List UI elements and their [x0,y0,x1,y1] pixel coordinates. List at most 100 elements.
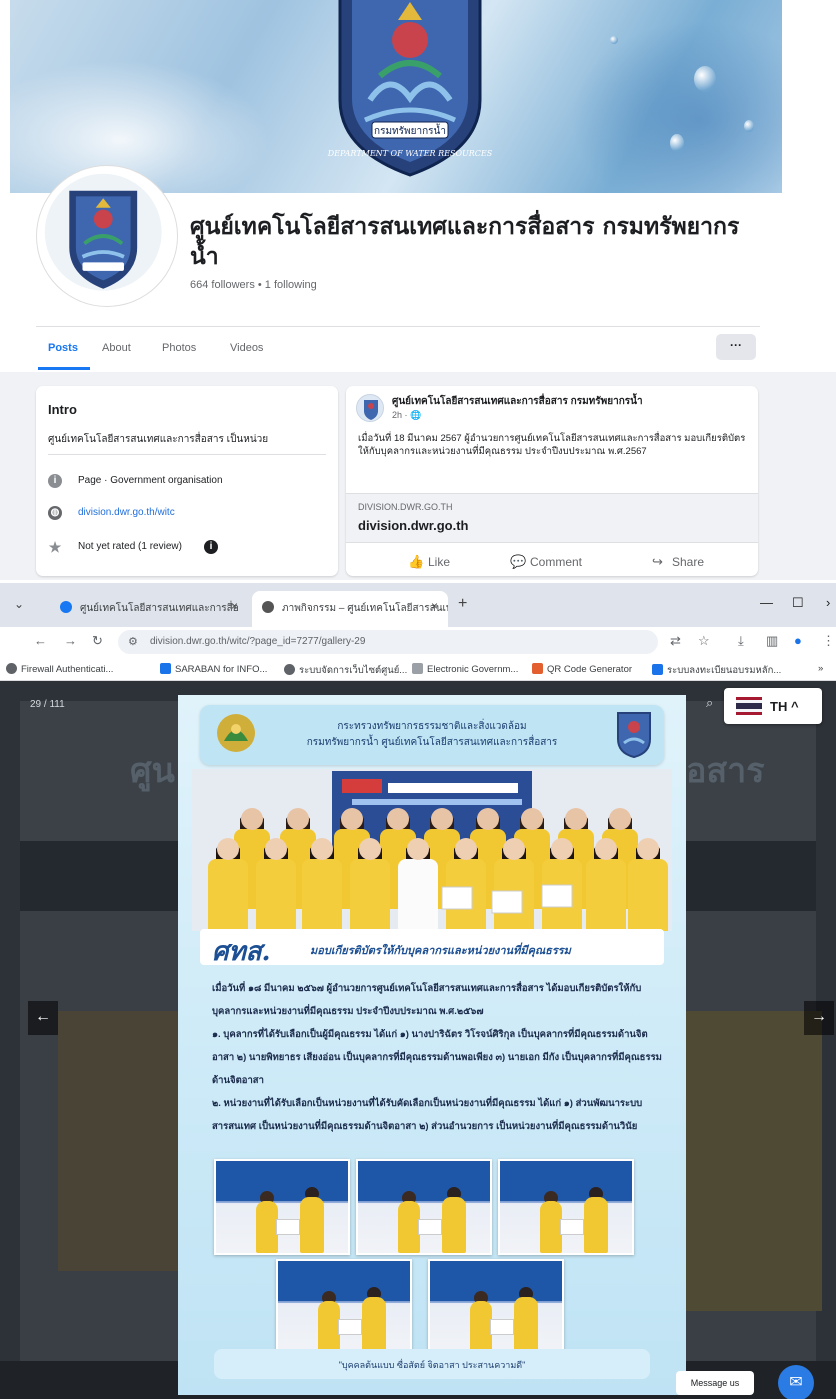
bookmark-item[interactable]: SARABAN for INFO... [160,663,267,675]
globe-favicon-icon [262,601,274,613]
minimize-icon[interactable]: — [760,595,773,610]
poster-title-bar: ศทส. มอบเกียรติบัตรให้กับบุคลากรและหน่วย… [200,929,664,967]
message-us-button[interactable]: Message us [676,1371,754,1395]
intro-description: ศูนย์เทคโนโลยีสารสนเทศและการสื่อสาร เป็น… [48,434,269,445]
award-photo [356,1159,492,1255]
page-title: ศูนย์เทคโนโลยีสารสนเทศและการสื่อสาร กรมท… [190,214,740,270]
tab-search-icon[interactable]: ⌄ [14,597,24,611]
tab-title: ภาพกิจกรรม – ศูนย์เทคโนโลยีสารสนเทศ [282,603,448,614]
qr-code-icon [532,663,543,674]
certificate [441,886,473,910]
poster-footer: "บุคคลต้นแบบ ซื่อสัตย์ จิตอาสา ประสานควา… [214,1349,650,1379]
site-title-fragment: ศูน [130,752,175,790]
profile-picture[interactable] [37,166,177,306]
browser-toolbar: ← → ↻ ⚙ division.dwr.go.th/witc/?page_id… [0,627,836,657]
tab-videos[interactable]: Videos [230,342,263,354]
address-bar[interactable]: ⚙ division.dwr.go.th/witc/?page_id=7277/… [118,630,658,654]
bookmark-label: SARABAN for INFO... [175,664,268,675]
facebook-favicon-icon [60,601,72,613]
browser-window: ⌄ ศูนย์เทคโนโลยีสารสนเทศและการสื่อ × ภาพ… [0,583,836,1399]
new-tab-button[interactable]: + [458,595,467,613]
page-viewport: ศูน อสาร 29 / 111 ⌕ ← → TH ^ กระทรวงทรัพ… [0,681,836,1399]
link-domain: DIVISION.DWR.GO.TH [358,502,453,512]
share-label: Share [672,555,705,569]
tab-title: ศูนย์เทคโนโลยีสารสนเทศและการสื่อ [80,603,239,614]
emblem-caption: DEPARTMENT OF WATER RESOURCES [327,149,493,158]
department-emblem: กรมทรัพยากรน้ำ DEPARTMENT OF WATER RESOU… [327,0,493,177]
previous-image-button[interactable]: ← [28,1001,58,1035]
gallery-image: กระทรวงทรัพยากรธรรมชาติและสิ่งแวดล้อม กร… [178,695,686,1395]
side-panel-icon[interactable]: ▥ [766,633,778,649]
water-drop [694,66,716,92]
tab-photos[interactable]: Photos [162,342,196,354]
water-splash [570,20,782,193]
language-code: TH [770,699,788,714]
bookmark-item[interactable]: Electronic Governm... [412,663,518,675]
intro-title: Intro [48,402,77,417]
reload-icon[interactable]: ↻ [92,633,103,649]
government-icon [412,663,423,674]
group-photo [192,769,672,931]
link-preview[interactable]: DIVISION.DWR.GO.TH division.dwr.go.th [346,493,758,543]
follower-count[interactable]: 664 followers • 1 following [190,279,317,291]
bookmark-item[interactable]: ระบบลงทะเบียนอบรมหลัก... [652,663,781,678]
facebook-page: กรมทรัพยากรน้ำ DEPARTMENT OF WATER RESOU… [0,0,836,580]
close-tab-icon[interactable]: × [431,599,438,613]
bookmark-item[interactable]: Firewall Authenticati... [6,663,113,675]
url-text[interactable]: division.dwr.go.th/witc/?page_id=7277/ga… [150,636,365,647]
page-tabs: Posts About Photos Videos [36,326,760,372]
category-text: Page · Government organisation [78,475,223,486]
website-link[interactable]: division.dwr.go.th/witc [78,507,175,518]
more-options-button[interactable]: ··· [716,334,756,360]
ministry-name: กระทรวงทรัพยากรธรรมชาติและสิ่งแวดล้อม [337,721,527,732]
ministry-logo [217,714,255,752]
bookmark-label: Firewall Authenticati... [21,664,114,675]
info-icon[interactable]: i [204,540,218,554]
profile-icon[interactable]: ● [794,633,802,648]
water-splash [10,60,270,193]
bookmark-label: ระบบจัดการเว็บไซต์ศูนย์... [299,665,408,676]
browser-tab-active[interactable]: ภาพกิจกรรม – ศูนย์เทคโนโลยีสารสนเทศ × [252,591,448,627]
site-card [58,1011,180,1271]
bookmark-star-icon[interactable]: ☆ [698,633,710,649]
tab-strip: ⌄ ศูนย์เทคโนโลยีสารสนเทศและการสื่อ × ภาพ… [0,583,836,627]
award-photo [276,1259,412,1355]
messenger-icon[interactable]: ✉ [778,1365,814,1399]
translate-icon[interactable]: ⇄ [670,633,681,649]
menu-icon[interactable]: ⋮ [822,633,835,649]
zoom-icon[interactable]: ⌕ [706,695,713,711]
thai-flag-icon [736,697,762,715]
tab-about[interactable]: About [102,342,131,354]
drive-icon [652,664,663,675]
maximize-icon[interactable]: ☐ [792,595,804,611]
close-window-icon[interactable]: › [826,595,830,610]
rating-text[interactable]: Not yet rated (1 review) [78,541,182,552]
browser-tab[interactable]: ศูนย์เทคโนโลยีสารสนเทศและการสื่อ × [50,591,248,627]
tab-posts[interactable]: Posts [48,342,78,354]
post-author[interactable]: ศูนย์เทคโนโลยีสารสนเทศและการสื่อสาร กรมท… [392,394,643,409]
comment-button[interactable]: 💬 Comment [510,554,582,570]
poster-title-abbrev: ศทส. [212,937,271,967]
bookmark-item[interactable]: ระบบจัดการเว็บไซต์ศูนย์... [284,663,407,678]
back-icon[interactable]: ← [34,633,47,648]
bookmarks-overflow-button[interactable]: » [818,663,823,674]
bookmark-item[interactable]: QR Code Generator [532,663,632,675]
forward-icon[interactable]: → [64,633,77,648]
post-timestamp[interactable]: 2h · 🌐 [392,410,421,421]
site-info-icon[interactable]: ⚙ [128,635,138,648]
download-icon[interactable]: ⤓ [738,633,744,649]
gallery-counter: 29 / 111 [30,699,65,710]
comment-icon: 💬 [510,554,527,569]
like-button[interactable]: 👍 Like [408,554,450,570]
site-title-fragment: อสาร [686,752,765,790]
post-card: ศูนย์เทคโนโลยีสารสนเทศและการสื่อสาร กรมท… [346,386,758,576]
next-image-button[interactable]: → [804,1001,834,1035]
avatar[interactable] [356,394,384,422]
department-emblem-small [44,173,162,291]
bookmark-label: ระบบลงทะเบียนอบรมหลัก... [667,665,782,676]
intro-card: Intro ศูนย์เทคโนโลยีสารสนเทศและการสื่อสา… [36,386,338,576]
share-button[interactable]: ↪ Share [652,554,704,570]
close-tab-icon[interactable]: × [231,599,238,613]
language-switcher[interactable]: TH ^ [724,688,822,724]
cover-photo[interactable]: กรมทรัพยากรน้ำ DEPARTMENT OF WATER RESOU… [10,0,782,193]
